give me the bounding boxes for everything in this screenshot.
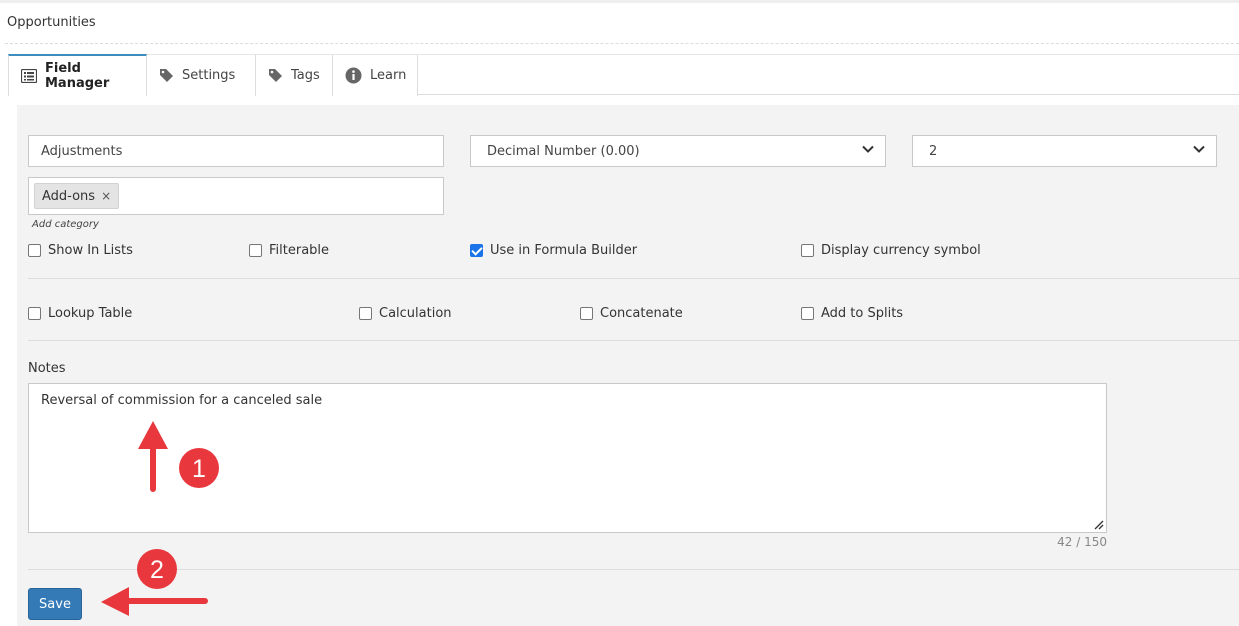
- annotation-badge-1: 1: [179, 448, 219, 488]
- arrow-up-annotation: [138, 421, 168, 492]
- annotation-badge-2-number: 2: [150, 556, 164, 584]
- annotation-badge-2: 2: [137, 549, 177, 589]
- annotation-overlay: 1 2: [101, 421, 219, 616]
- arrow-left-annotation: [101, 587, 208, 616]
- annotation-badge-1-number: 1: [192, 455, 206, 483]
